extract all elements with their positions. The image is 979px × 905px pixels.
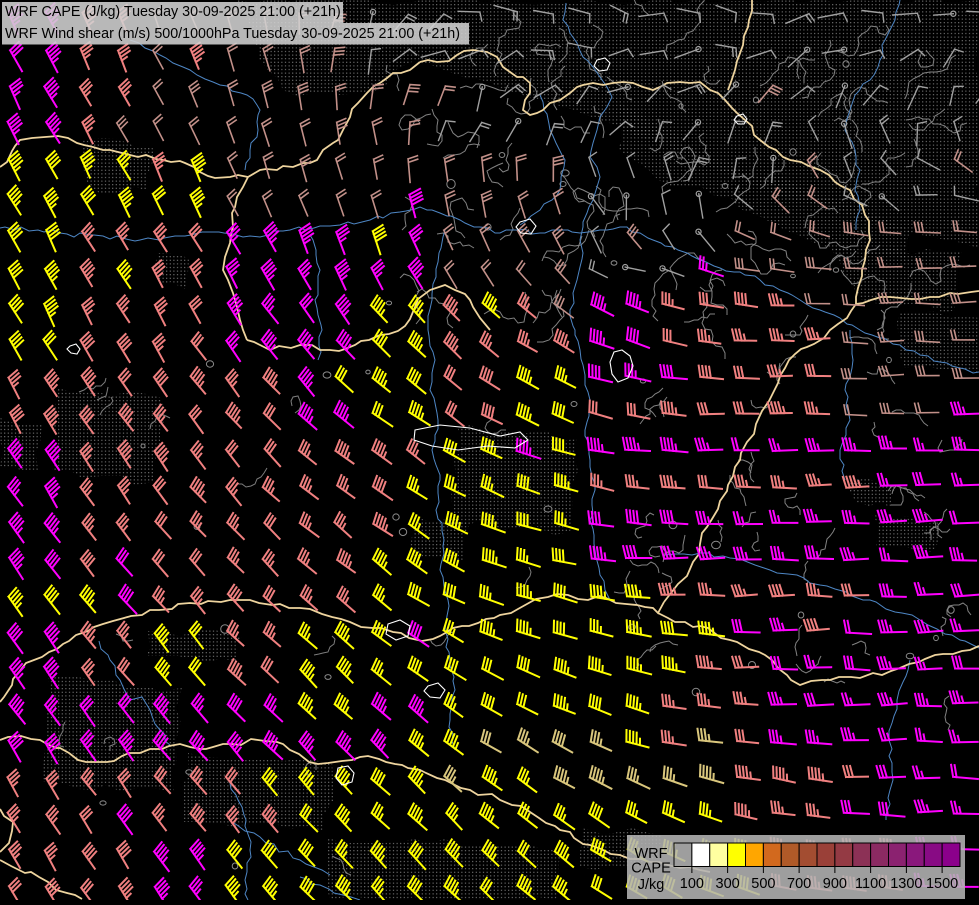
svg-text:1100: 1100: [855, 876, 886, 892]
svg-text:100: 100: [680, 876, 704, 892]
svg-text:700: 700: [787, 876, 811, 892]
svg-text:J/kg: J/kg: [638, 877, 665, 893]
svg-text:WRF CAPE (J/kg) Tuesday 30-09-: WRF CAPE (J/kg) Tuesday 30-09-2025 21:00…: [5, 4, 341, 20]
svg-text:900: 900: [823, 876, 847, 892]
svg-text:CAPE: CAPE: [631, 861, 671, 877]
svg-text:500: 500: [751, 876, 775, 892]
svg-text:1500: 1500: [926, 876, 958, 892]
svg-text:1300: 1300: [890, 876, 922, 892]
svg-text:300: 300: [716, 876, 740, 892]
svg-text:WRF Wind shear (m/s) 500/1000h: WRF Wind shear (m/s) 500/1000hPa Tuesday…: [5, 26, 460, 42]
